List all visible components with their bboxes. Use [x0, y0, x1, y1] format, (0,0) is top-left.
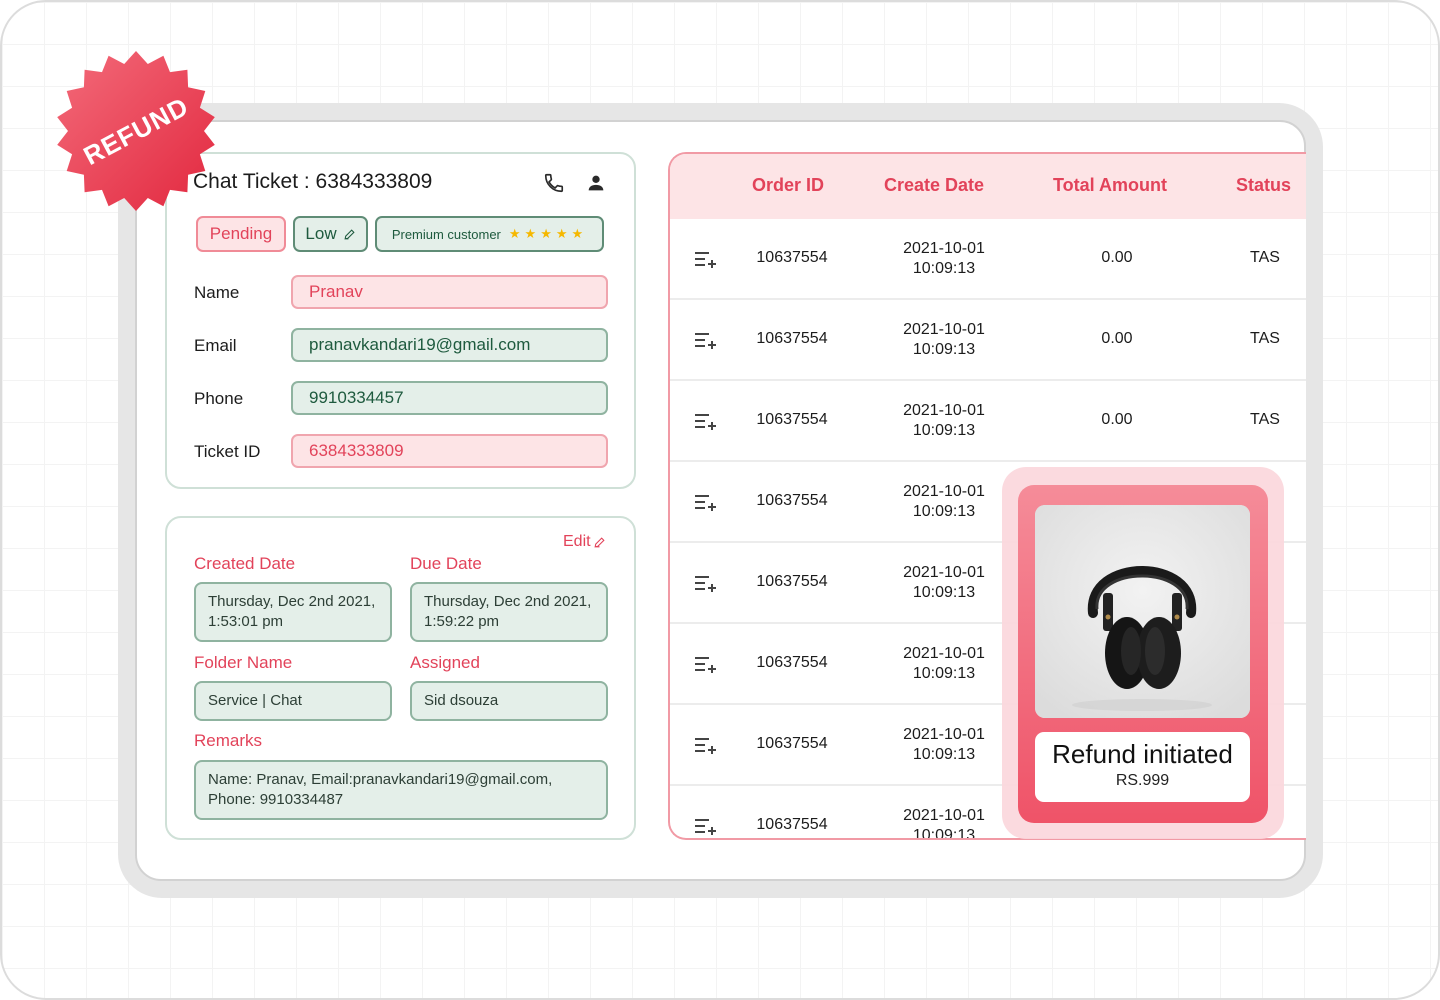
- column-create-date[interactable]: Create Date: [884, 175, 984, 196]
- add-to-list-icon[interactable]: [694, 331, 716, 351]
- edit-button[interactable]: Edit: [563, 533, 606, 551]
- orders-table-header: Order ID Create Date Total Amount Status: [670, 154, 1306, 219]
- created-date-field[interactable]: Thursday, Dec 2nd 2021, 1:53:01 pm: [194, 582, 392, 642]
- create-date-time: 10:09:13: [912, 665, 976, 682]
- status-cell: TAS: [1250, 411, 1280, 428]
- create-date-time: 10:09:13: [912, 341, 976, 358]
- total-amount-cell: 0.00: [1101, 249, 1133, 266]
- name-label: Name: [194, 283, 240, 302]
- create-date-day: 2021-10-01: [903, 321, 985, 338]
- total-amount-cell: 0.00: [1101, 411, 1133, 428]
- create-date-time: 10:09:13: [912, 584, 976, 601]
- pencil-icon[interactable]: [343, 228, 356, 241]
- folder-name-field[interactable]: Service | Chat: [194, 681, 392, 721]
- column-order-id[interactable]: Order ID: [752, 175, 824, 196]
- phone-label: Phone: [194, 389, 244, 408]
- create-date-time: 10:09:13: [912, 422, 976, 439]
- ticket-id-field[interactable]: 6384333809: [291, 434, 608, 468]
- assigned-field[interactable]: Sid dsouza: [410, 681, 608, 721]
- table-row[interactable]: 10637554 2021-10-01 10:09:13 0.00 TAS: [670, 300, 1306, 381]
- create-date-cell: 2021-10-01 10:09:13: [876, 725, 1012, 765]
- status-cell: TAS: [1250, 330, 1280, 347]
- create-date-cell: 2021-10-01 10:09:13: [876, 482, 1012, 522]
- order-id-cell: 10637554: [756, 816, 828, 833]
- add-to-list-icon[interactable]: [694, 412, 716, 432]
- phone-field[interactable]: 9910334457: [291, 381, 608, 415]
- order-id-cell: 10637554: [756, 735, 828, 752]
- assigned-label: Assigned: [410, 653, 480, 672]
- order-id-cell: 10637554: [756, 654, 828, 671]
- order-id-cell: 10637554: [756, 411, 828, 428]
- add-to-list-icon[interactable]: [694, 574, 716, 594]
- create-date-time: 10:09:13: [912, 503, 976, 520]
- create-date-cell: 2021-10-01 10:09:13: [876, 239, 1012, 279]
- add-to-list-icon[interactable]: [694, 250, 716, 270]
- folder-name-label: Folder Name: [194, 653, 293, 672]
- rating-stars: ★★★★★: [508, 226, 588, 241]
- remarks-label: Remarks: [194, 731, 263, 750]
- table-row[interactable]: 10637554 2021-10-01 10:09:13 0.00 TAS: [670, 381, 1306, 462]
- status-cell: TAS: [1250, 249, 1280, 266]
- create-date-day: 2021-10-01: [903, 726, 985, 743]
- table-row[interactable]: 10637554 2021-10-01 10:09:13 0.00 TAS: [670, 219, 1306, 300]
- status-badge[interactable]: Pending: [196, 216, 286, 252]
- create-date-day: 2021-10-01: [903, 807, 985, 824]
- column-total-amount[interactable]: Total Amount: [1053, 175, 1167, 196]
- ticket-id-label: Ticket ID: [194, 442, 261, 461]
- email-field[interactable]: pranavkandari19@gmail.com: [291, 328, 608, 362]
- remarks-field[interactable]: Name: Pranav, Email:pranavkandari19@gmai…: [194, 760, 608, 820]
- create-date-cell: 2021-10-01 10:09:13: [876, 644, 1012, 684]
- create-date-time: 10:09:13: [912, 260, 976, 277]
- add-to-list-icon[interactable]: [694, 493, 716, 513]
- create-date-day: 2021-10-01: [903, 645, 985, 662]
- create-date-day: 2021-10-01: [903, 240, 985, 257]
- email-label: Email: [194, 336, 237, 355]
- order-id-cell: 10637554: [756, 492, 828, 509]
- due-date-field[interactable]: Thursday, Dec 2nd 2021, 1:59:22 pm: [410, 582, 608, 642]
- headphones-image: [1035, 505, 1250, 718]
- edit-label: Edit: [563, 533, 591, 550]
- created-date-label: Created Date: [194, 554, 296, 573]
- create-date-time: 10:09:13: [912, 827, 976, 840]
- order-id-cell: 10637554: [756, 573, 828, 590]
- create-date-cell: 2021-10-01 10:09:13: [876, 320, 1012, 360]
- add-to-list-icon[interactable]: [694, 736, 716, 756]
- customer-tier-label: Premium customer: [391, 226, 501, 242]
- refund-stamp-icon: REFUND: [57, 51, 215, 211]
- create-date-cell: 2021-10-01 10:09:13: [876, 401, 1012, 441]
- add-to-list-icon[interactable]: [694, 817, 716, 837]
- create-date-cell: 2021-10-01 10:09:13: [876, 806, 1012, 840]
- due-date-label: Due Date: [410, 554, 482, 573]
- refund-status-panel: Refund initiated RS.999: [1035, 732, 1250, 802]
- priority-badge[interactable]: Low: [293, 216, 368, 252]
- product-photo: [1035, 505, 1250, 718]
- order-id-cell: 10637554: [756, 330, 828, 347]
- name-field[interactable]: Pranav: [291, 275, 608, 309]
- total-amount-cell: 0.00: [1101, 330, 1133, 347]
- phone-icon[interactable]: [543, 172, 565, 194]
- create-date-time: 10:09:13: [912, 746, 976, 763]
- refund-title: Refund initiated: [1052, 739, 1233, 769]
- refund-amount: RS.999: [1115, 772, 1170, 789]
- order-id-cell: 10637554: [756, 249, 828, 266]
- status-badge-label: Pending: [209, 224, 273, 243]
- pencil-icon: [594, 536, 605, 548]
- create-date-day: 2021-10-01: [903, 564, 985, 581]
- add-to-list-icon[interactable]: [694, 655, 716, 675]
- column-status[interactable]: Status: [1236, 175, 1291, 196]
- create-date-cell: 2021-10-01 10:09:13: [876, 563, 1012, 603]
- user-icon[interactable]: [585, 172, 607, 194]
- create-date-day: 2021-10-01: [903, 402, 985, 419]
- customer-tier-badge: Premium customer ★★★★★: [375, 216, 604, 252]
- create-date-day: 2021-10-01: [903, 483, 985, 500]
- priority-badge-label: Low: [305, 224, 337, 243]
- ticket-title: Chat Ticket : 6384333809: [193, 170, 433, 193]
